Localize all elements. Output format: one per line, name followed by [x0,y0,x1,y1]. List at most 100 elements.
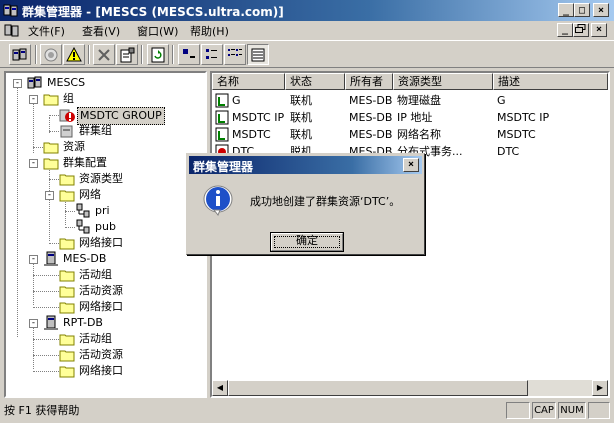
column-header-description[interactable]: 描述 [493,73,608,90]
close-button[interactable]: × [593,3,609,17]
status-bar: 按 F1 获得帮助 CAP NUM [0,399,614,423]
folder-icon [59,270,75,282]
tree-node-net-pub[interactable]: pub [9,219,199,235]
folder-icon [59,350,75,362]
folder-icon [59,302,75,314]
cluster-admin-icon [3,4,18,17]
mdi-restore-button[interactable] [573,23,589,37]
scroll-left-button[interactable]: ◀ [212,380,228,396]
tree-node-groups[interactable]: - 组 [9,91,199,107]
menu-help[interactable]: 帮助(H) [190,23,229,39]
tree-node-rpt-db-resources[interactable]: 活动资源 [9,347,199,363]
collapse-toggle[interactable]: - [13,79,22,88]
caps-lock-indicator: CAP [532,402,556,419]
tree-node-cluster-config[interactable]: - 群集配置 [9,155,199,171]
details-view-icon [251,48,265,62]
large-icons-icon [183,49,195,58]
tree-node-resources[interactable]: 资源 [9,139,199,155]
list-view-button[interactable] [224,44,246,65]
tree-node-net-pri[interactable]: pri [9,203,199,219]
resource-online-icon [215,110,229,125]
take-offline-button[interactable] [63,44,85,65]
cluster-tree[interactable]: - MESCS - 组 MSDTC GROUP 群集组 资源 - 群集配置 资源… [4,71,207,398]
dialog-title: 群集管理器 [193,160,254,174]
collapse-toggle[interactable]: - [29,159,38,168]
folder-icon [43,158,59,170]
mdi-close-button[interactable]: × [591,23,607,37]
column-header-status[interactable]: 状态 [285,73,345,90]
ok-button-label: 确定 [296,234,318,247]
delete-button[interactable] [93,44,115,65]
bring-online-icon [44,48,58,62]
menu-bar: 文件(F) 查看(V) 窗口(W) 帮助(H) _ × [0,21,614,39]
column-header-type[interactable]: 资源类型 [393,73,493,90]
folder-icon [59,238,75,250]
tree-node-mes-db-groups[interactable]: 活动组 [9,267,199,283]
table-row[interactable]: MSDTC 联机 MES-DB 网络名称 MSDTC [212,126,608,143]
delete-icon [98,49,110,61]
take-offline-icon [66,47,82,62]
dialog-message: 成功地创建了群集资源‘DTC’。 [250,195,401,208]
resource-online-icon [215,93,229,108]
large-icons-button[interactable] [178,44,200,65]
tree-node-resource-types[interactable]: 资源类型 [9,171,199,187]
restore-icon [575,24,586,33]
menu-view[interactable]: 查看(V) [82,23,120,39]
collapse-toggle[interactable]: - [45,191,54,200]
properties-button[interactable] [116,44,138,65]
scroll-thumb[interactable] [228,380,528,396]
refresh-button[interactable] [147,44,169,65]
collapse-toggle[interactable]: - [29,95,38,104]
message-dialog: 群集管理器 × 成功地创建了群集资源‘DTC’。 确定 [186,153,425,255]
column-header-name[interactable]: 名称 [212,73,285,90]
tree-node-cluster-group[interactable]: 群集组 [9,123,199,139]
details-view-button[interactable] [247,44,269,65]
collapse-toggle[interactable]: - [29,255,38,264]
toolbar [0,40,614,68]
tree-node-net-interfaces[interactable]: 网络接口 [9,235,199,251]
scroll-right-button[interactable]: ▶ [592,380,608,396]
resource-online-icon [215,127,229,142]
small-icons-icon [206,49,217,59]
horizontal-scrollbar[interactable]: ◀ ▶ [212,380,608,396]
tree-node-msdtc-group[interactable]: MSDTC GROUP [9,107,199,125]
open-connection-icon [12,48,27,61]
menu-window[interactable]: 窗口(W) [137,23,178,39]
collapse-toggle[interactable]: - [29,319,38,328]
column-header-owner[interactable]: 所有者 [345,73,393,90]
maximize-button[interactable]: □ [574,3,590,17]
title-bar[interactable]: 群集管理器 - [MESCS (MESCS.ultra.com)] _ □ × [0,0,614,21]
folder-icon [43,142,59,154]
group-error-icon [59,109,75,122]
folder-icon [59,334,75,346]
properties-icon [120,47,135,63]
ok-button[interactable]: 确定 [270,232,344,252]
mdi-minimize-button[interactable]: _ [557,23,573,37]
folder-icon [59,366,75,378]
dialog-title-bar[interactable]: 群集管理器 × [189,156,422,174]
mdi-document-icon[interactable] [4,23,19,38]
open-connection-button[interactable] [9,44,31,65]
bring-online-button[interactable] [40,44,62,65]
dialog-close-button[interactable]: × [403,158,419,172]
folder-icon [59,286,75,298]
table-row[interactable]: G 联机 MES-DB 物理磁盘 G [212,92,608,109]
network-icon [76,219,90,234]
tree-node-rpt-db-interfaces[interactable]: 网络接口 [9,363,199,379]
folder-icon [59,190,75,202]
tree-node-root[interactable]: - MESCS [9,75,199,91]
tree-node-mes-db[interactable]: - MES-DB [9,251,199,267]
table-row[interactable]: MSDTC IP 联机 MES-DB IP 地址 MSDTC IP [212,109,608,126]
tree-node-rpt-db[interactable]: - RPT-DB [9,315,199,331]
menu-file[interactable]: 文件(F) [28,23,65,39]
small-icons-button[interactable] [201,44,223,65]
server-node-icon [44,251,58,266]
tree-node-rpt-db-groups[interactable]: 活动组 [9,331,199,347]
tree-node-networks[interactable]: - 网络 [9,187,199,203]
minimize-button[interactable]: _ [558,3,574,17]
scroll-lock-indicator [588,402,610,419]
status-panel-blank [506,402,530,419]
tree-node-mes-db-resources[interactable]: 活动资源 [9,283,199,299]
group-icon [60,125,73,138]
tree-node-mes-db-interfaces[interactable]: 网络接口 [9,299,199,315]
